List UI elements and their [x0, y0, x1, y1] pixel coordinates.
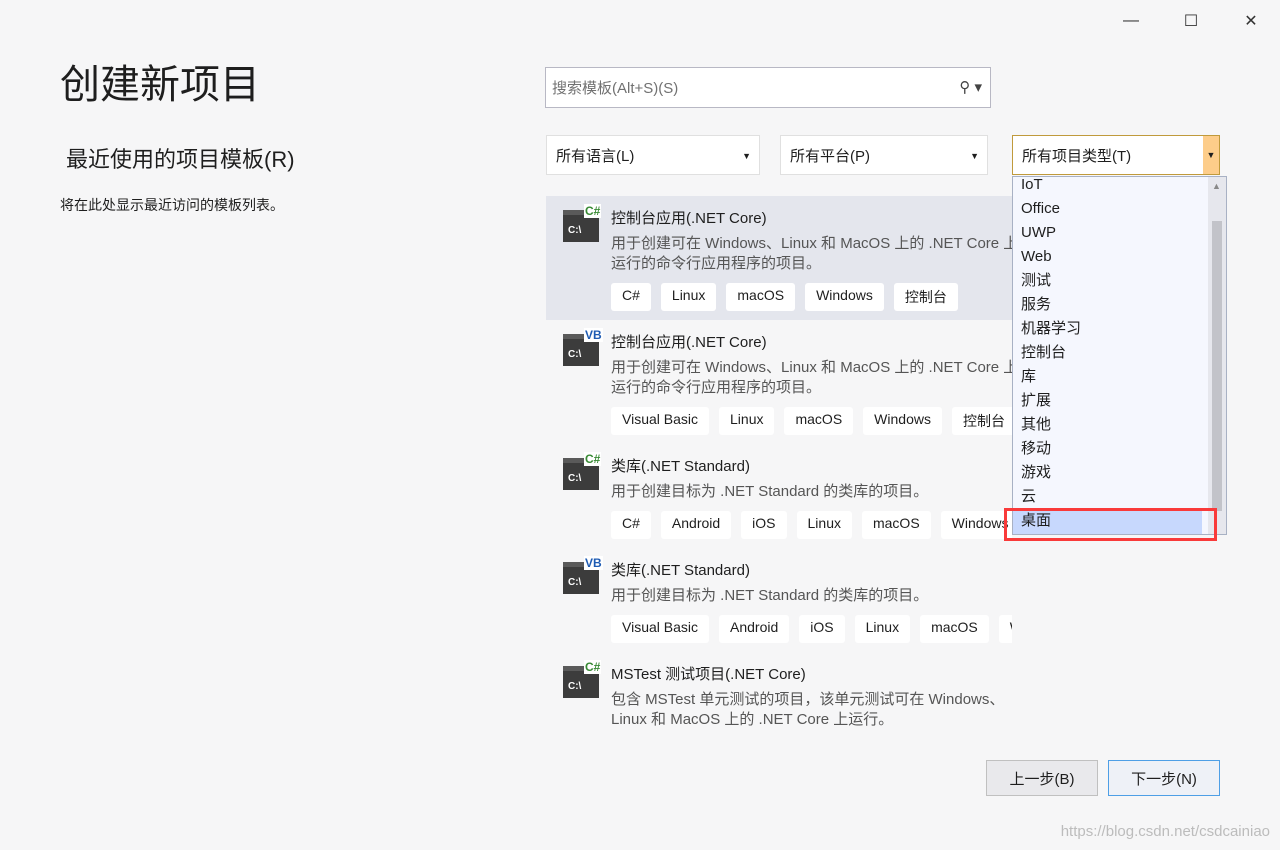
tag: Linux [660, 283, 717, 311]
dropdown-option[interactable]: 服务 [1013, 295, 1226, 319]
language-badge: C# [584, 660, 602, 674]
tag: Android [660, 511, 732, 539]
search-icon[interactable]: ⚲ ▾ [959, 78, 982, 96]
tag: Linux [796, 511, 852, 539]
watermark: https://blog.csdn.net/csdcainiao [1060, 823, 1270, 840]
template-item[interactable]: C:\ C# MSTest 测试项目(.NET Core) 包含 MSTest … [546, 652, 1012, 736]
search-input[interactable]: 搜索模板(Alt+S)(S) ⚲ ▾ [545, 67, 991, 108]
dropdown-option[interactable]: 其他 [1013, 415, 1226, 439]
highlight-annotation-box [1004, 508, 1217, 541]
dropdown-option[interactable]: IoT [1013, 177, 1226, 199]
project-type-dropdown[interactable]: IoT Office UWP Web 测试 服务 机器学习 控制台库扩展 其他 移动 游戏云桌面 ▲ [1012, 176, 1227, 535]
language-badge: C# [584, 452, 602, 466]
tag: Linux [719, 407, 775, 435]
template-description: 用于创建可在 Windows、Linux 和 MacOS 上的 .NET Cor… [611, 235, 1012, 272]
tag: Visual Basic [611, 407, 710, 435]
tag: Linux [854, 615, 911, 643]
dropdown-option[interactable]: 机器学习 [1013, 319, 1226, 343]
tag: 控制台 [951, 407, 1012, 435]
minimize-button[interactable]: — [1116, 8, 1146, 34]
dropdown-option[interactable]: 库 [1013, 367, 1226, 391]
template-title: 类库(.NET Standard) [611, 562, 750, 579]
template-title: 控制台应用(.NET Core) [611, 210, 767, 227]
tag: iOS [741, 511, 787, 539]
project-type-select-value: 所有项目类型(T) [1022, 147, 1132, 165]
template-description: 包含 MSTest 单元测试的项目，该单元测试可在 Windows、Linux … [611, 691, 1005, 728]
template-title: 类库(.NET Standard) [611, 458, 750, 475]
tag: macOS [726, 283, 796, 311]
template-description: 用于创建目标为 .NET Standard 的类库的项目。 [611, 483, 929, 500]
maximize-button[interactable]: ☐ [1176, 8, 1206, 34]
page-title: 创建新项目 [60, 63, 260, 107]
template-title: 控制台应用(.NET Core) [611, 334, 767, 351]
dropdown-option[interactable]: 移动 [1013, 439, 1226, 463]
template-item[interactable]: C:\ VB 类库(.NET Standard) 用于创建目标为 .NET St… [546, 548, 1012, 652]
template-title: MSTest 测试项目(.NET Core) [611, 666, 806, 683]
tag: macOS [784, 407, 854, 435]
back-button[interactable]: 上一步(B) [986, 760, 1098, 796]
tag: iOS [799, 615, 845, 643]
dropdown-option[interactable]: Office [1013, 199, 1226, 223]
dropdown-option[interactable]: 扩展 [1013, 391, 1226, 415]
scroll-up-icon[interactable]: ▲ [1212, 181, 1221, 191]
template-item[interactable]: C:\ C# 控制台应用(.NET Core) 用于创建可在 Windows、L… [546, 196, 1012, 320]
tag: Android [719, 615, 790, 643]
tag-list: C#AndroidiOSLinuxmacOSWindows库 [611, 511, 1012, 539]
tag: macOS [920, 615, 989, 643]
chevron-down-icon: ▼ [1203, 136, 1219, 174]
language-select-value: 所有语言(L) [556, 147, 635, 165]
tag: Windows [805, 283, 884, 311]
dropdown-option[interactable]: 测试 [1013, 271, 1226, 295]
tag: C# [611, 283, 651, 311]
tag-list: Visual BasicAndroidiOSLinuxmacOSWindows库 [611, 615, 1012, 643]
tag: Windows [998, 615, 1012, 643]
dropdown-option[interactable]: 控制台 [1013, 343, 1226, 367]
recent-templates-heading: 最近使用的项目模板(R) [66, 147, 295, 172]
template-description: 用于创建可在 Windows、Linux 和 MacOS 上的 .NET Cor… [611, 359, 1012, 396]
tag: macOS [861, 511, 931, 539]
tag-list: C# Linux macOS Windows 控制台 [611, 283, 1012, 311]
tag: Visual Basic [611, 615, 710, 643]
dropdown-option[interactable]: UWP [1013, 223, 1226, 247]
template-list[interactable]: C:\ C# 控制台应用(.NET Core) 用于创建可在 Windows、L… [546, 196, 1012, 736]
scrollbar-thumb[interactable] [1212, 221, 1222, 511]
tag: 控制台 [893, 283, 958, 311]
recent-templates-empty-text: 将在此处显示最近访问的模板列表。 [60, 197, 284, 213]
language-badge: C# [584, 204, 602, 218]
language-select[interactable]: 所有语言(L) ▼ [546, 135, 760, 175]
language-badge: VB [584, 328, 603, 342]
tag-list: Visual Basic Linux macOS Windows 控制台 [611, 407, 1012, 435]
close-button[interactable]: ✕ [1236, 8, 1266, 34]
language-badge: VB [584, 556, 603, 570]
tag: Windows [940, 511, 1012, 539]
platform-select-value: 所有平台(P) [790, 147, 870, 165]
template-item[interactable]: C:\ VB 控制台应用(.NET Core) 用于创建可在 Windows、L… [546, 320, 1012, 444]
platform-select[interactable]: 所有平台(P) ▼ [780, 135, 988, 175]
chevron-down-icon: ▼ [742, 151, 751, 161]
chevron-down-icon: ▼ [970, 151, 979, 161]
template-description: 用于创建目标为 .NET Standard 的类库的项目。 [611, 587, 929, 604]
tag: C# [611, 511, 651, 539]
next-button[interactable]: 下一步(N) [1108, 760, 1220, 796]
dropdown-option[interactable]: Web [1013, 247, 1226, 271]
search-placeholder: 搜索模板(Alt+S)(S) [552, 80, 679, 97]
scrollbar[interactable]: ▲ [1208, 177, 1226, 534]
template-item[interactable]: C:\ C# 类库(.NET Standard) 用于创建目标为 .NET St… [546, 444, 1012, 548]
tag: Windows [863, 407, 942, 435]
dropdown-option[interactable]: 游戏 [1013, 463, 1226, 487]
project-type-select[interactable]: 所有项目类型(T) ▼ [1012, 135, 1220, 175]
